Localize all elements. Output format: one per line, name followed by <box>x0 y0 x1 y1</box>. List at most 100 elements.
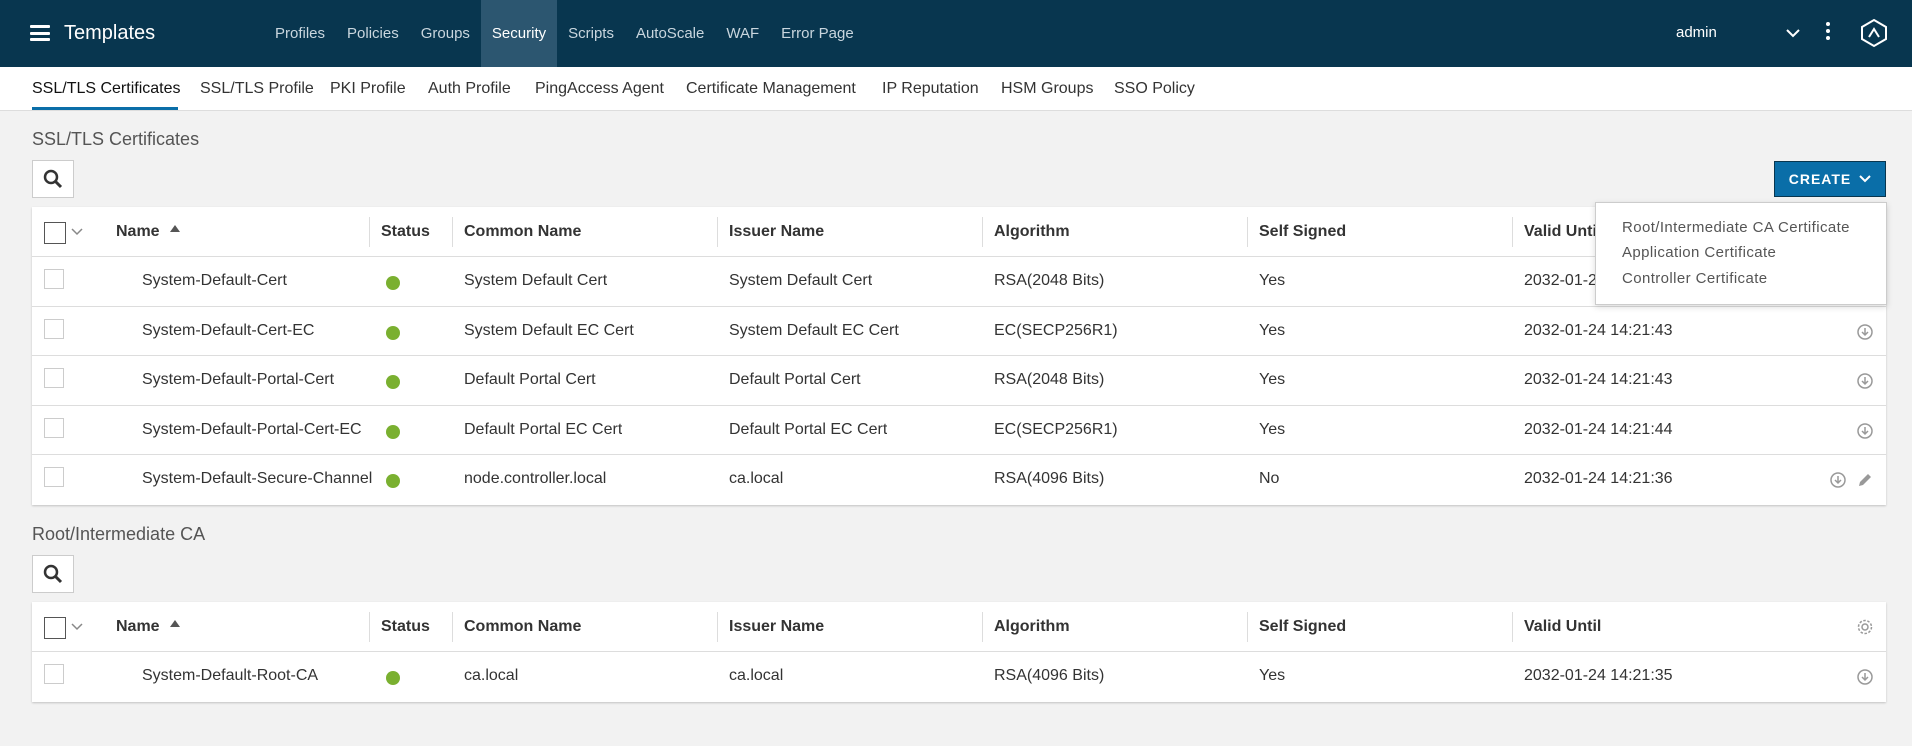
app-title: Templates <box>64 22 156 44</box>
column-status[interactable]: Status <box>381 618 430 636</box>
nav-security[interactable]: Security <box>480 0 558 67</box>
top-bar: Templates Profiles Policies Groups Secur… <box>0 0 1912 67</box>
logo-icon <box>1861 18 1887 48</box>
column-valid-until[interactable]: Valid Until <box>1524 223 1601 241</box>
cell-issuer-name: ca.local <box>729 667 784 684</box>
hamburger-icon[interactable] <box>30 25 50 41</box>
cell-name[interactable]: System-Default-Secure-Channel-Cert <box>142 470 372 488</box>
nav-waf[interactable]: WAF <box>715 0 770 67</box>
select-all-checkbox[interactable] <box>44 222 66 244</box>
user-name[interactable]: admin <box>1676 24 1717 41</box>
tab-pki-profile[interactable]: PKI Profile <box>330 80 406 98</box>
column-divider <box>1247 217 1248 247</box>
download-icon[interactable] <box>1829 471 1847 489</box>
table-header: Name Status Common Name Issuer Name Algo… <box>32 602 1886 652</box>
tab-hsm-groups[interactable]: HSM Groups <box>1001 80 1093 98</box>
download-icon[interactable] <box>1856 323 1874 341</box>
create-dropdown-menu: Root/Intermediate CA Certificate Applica… <box>1595 202 1887 305</box>
download-icon[interactable] <box>1856 422 1874 440</box>
nav-groups[interactable]: Groups <box>410 0 481 67</box>
nav-scripts[interactable]: Scripts <box>557 0 625 67</box>
cell-name[interactable]: System-Default-Portal-Cert <box>142 371 334 389</box>
column-issuer-name[interactable]: Issuer Name <box>729 223 824 241</box>
column-algorithm[interactable]: Algorithm <box>994 223 1070 241</box>
column-divider <box>452 612 453 642</box>
cell-common-name: System Default Cert <box>464 272 608 289</box>
column-common-name[interactable]: Common Name <box>464 223 581 241</box>
column-issuer-name[interactable]: Issuer Name <box>729 618 824 636</box>
column-name[interactable]: Name <box>116 223 180 241</box>
cell-algorithm: EC(SECP256R1) <box>994 420 1118 438</box>
cell-common-name: node.controller.local <box>464 470 607 487</box>
row-checkbox[interactable] <box>44 664 64 684</box>
cell-self-signed: No <box>1259 470 1280 487</box>
column-divider <box>717 612 718 642</box>
nav-policies[interactable]: Policies <box>336 0 410 67</box>
cell-valid-until: 2032-01-24 14:21:43 <box>1524 321 1673 339</box>
row-checkbox[interactable] <box>44 318 64 339</box>
tab-ssl-tls-certificates[interactable]: SSL/TLS Certificates <box>32 80 181 98</box>
nav-error-page[interactable]: Error Page <box>770 0 865 67</box>
cell-self-signed: Yes <box>1259 272 1286 289</box>
select-all-checkbox[interactable] <box>44 617 66 639</box>
sort-ascending-icon[interactable] <box>169 225 180 232</box>
nav-profiles[interactable]: Profiles <box>264 0 336 67</box>
column-algorithm[interactable]: Algorithm <box>994 618 1070 636</box>
column-valid-until[interactable]: Valid Until <box>1524 618 1601 636</box>
table-row[interactable]: System-Default-Secure-Channel-Cert node.… <box>32 455 1886 505</box>
row-checkbox[interactable] <box>44 417 64 438</box>
download-icon[interactable] <box>1856 668 1874 686</box>
cell-algorithm: RSA(2048 Bits) <box>994 371 1105 388</box>
create-button[interactable]: CREATE <box>1774 161 1886 197</box>
column-divider <box>369 612 370 642</box>
tab-sso-policy[interactable]: SSO Policy <box>1114 80 1195 98</box>
status-indicator <box>386 375 400 389</box>
chevron-down-icon[interactable] <box>70 620 84 634</box>
kebab-icon[interactable] <box>1824 22 1832 44</box>
cell-valid-until: 2032-01-24 14:21:35 <box>1524 667 1673 684</box>
menu-item-application-certificate[interactable]: Application Certificate <box>1622 244 1776 261</box>
pencil-icon[interactable] <box>1856 471 1874 489</box>
cell-self-signed: Yes <box>1259 321 1286 339</box>
cell-name[interactable]: System-Default-Portal-Cert-EC <box>142 421 362 439</box>
column-self-signed[interactable]: Self Signed <box>1259 223 1346 241</box>
table-row[interactable]: System-Default-Root-CA ca.local ca.local… <box>32 652 1886 702</box>
row-checkbox[interactable] <box>44 467 64 487</box>
tab-certificate-management[interactable]: Certificate Management <box>686 80 856 98</box>
cell-valid-until: 2032-01-24 14:21:43 <box>1524 371 1673 388</box>
tab-pingaccess-agent[interactable]: PingAccess Agent <box>535 80 664 98</box>
sub-tabs: SSL/TLS Certificates SSL/TLS Profile PKI… <box>0 67 1912 111</box>
row-checkbox[interactable] <box>44 269 64 289</box>
table-row[interactable]: System-Default-Portal-Cert Default Porta… <box>32 356 1886 406</box>
column-divider <box>982 217 983 247</box>
search-button[interactable] <box>32 555 74 593</box>
cell-name[interactable]: System-Default-Cert-EC <box>142 322 314 340</box>
chevron-down-icon[interactable] <box>70 225 84 239</box>
table-row[interactable]: System-Default-Portal-Cert-EC Default Po… <box>32 406 1886 455</box>
column-name[interactable]: Name <box>116 618 180 636</box>
column-self-signed[interactable]: Self Signed <box>1259 618 1346 636</box>
cell-name[interactable]: System-Default-Root-CA <box>142 667 318 685</box>
cell-common-name: Default Portal EC Cert <box>464 420 623 438</box>
column-divider <box>1512 612 1513 642</box>
sort-ascending-icon[interactable] <box>169 620 180 627</box>
cell-valid-until: 2032-01-24 14:21:44 <box>1524 420 1673 438</box>
menu-item-root-ca-certificate[interactable]: Root/Intermediate CA Certificate <box>1622 219 1850 236</box>
download-icon[interactable] <box>1856 372 1874 390</box>
table-row[interactable]: System-Default-Cert-EC System Default EC… <box>32 307 1886 356</box>
column-status[interactable]: Status <box>381 223 430 241</box>
menu-item-controller-certificate[interactable]: Controller Certificate <box>1622 270 1768 287</box>
tab-auth-profile[interactable]: Auth Profile <box>428 80 511 98</box>
tab-ip-reputation[interactable]: IP Reputation <box>882 80 979 98</box>
nav-autoscale[interactable]: AutoScale <box>625 0 715 67</box>
gear-icon[interactable] <box>1856 618 1874 636</box>
column-divider <box>717 217 718 247</box>
chevron-down-icon <box>1859 175 1871 183</box>
cell-name[interactable]: System-Default-Cert <box>142 272 287 290</box>
column-divider <box>1247 612 1248 642</box>
search-button[interactable] <box>32 160 74 198</box>
tab-ssl-tls-profile[interactable]: SSL/TLS Profile <box>200 80 314 98</box>
chevron-down-icon[interactable] <box>1784 24 1802 42</box>
row-checkbox[interactable] <box>44 368 64 388</box>
column-common-name[interactable]: Common Name <box>464 618 581 636</box>
